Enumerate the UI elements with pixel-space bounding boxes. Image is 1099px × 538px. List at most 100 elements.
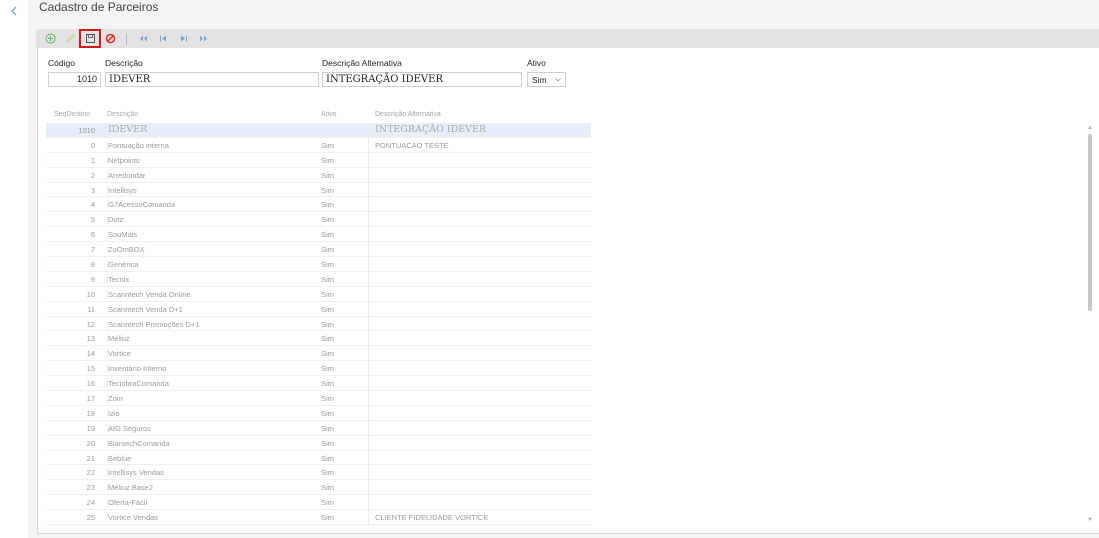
- scroll-down-arrow-icon[interactable]: ▼: [1087, 517, 1093, 523]
- cell-descricao: Inventário Interno: [107, 364, 167, 374]
- column-divider: [368, 361, 369, 376]
- table-row[interactable]: 10 Scanntech Venda Online Sim: [46, 286, 591, 302]
- edit-button[interactable]: [60, 30, 80, 47]
- cell-ativo: Sim: [321, 304, 334, 314]
- column-divider: [368, 420, 369, 435]
- cell-ativo: Sim: [321, 245, 334, 255]
- save-button[interactable]: [79, 29, 101, 48]
- grid-scrollbar[interactable]: ▲ ▼: [1087, 125, 1093, 525]
- column-divider: [368, 257, 369, 272]
- cell-seqdestino: 14: [86, 349, 95, 359]
- table-row[interactable]: 21 Beblue Sim: [46, 450, 591, 466]
- table-row[interactable]: 0 Pontuação interna Sim PONTUACAO TESTE: [46, 137, 591, 153]
- cell-seqdestino: 6: [90, 230, 95, 240]
- table-row[interactable]: 2 Arredondar Sim: [46, 167, 591, 183]
- cell-descricao: Izio: [107, 408, 120, 418]
- back-button[interactable]: [7, 4, 21, 18]
- table-row[interactable]: 17 Zom Sim: [46, 391, 591, 406]
- descricao-label: Descrição: [105, 58, 143, 68]
- plus-circle-icon: [45, 33, 55, 44]
- table-row[interactable]: 1010 IDEVER INTEGRAÇÃO IDEVER: [46, 123, 591, 138]
- cell-descricao-alternativa: INTEGRAÇÃO IDEVER: [375, 124, 487, 135]
- descricao-alternativa-field[interactable]: INTEGRAÇÃO IDEVER: [322, 72, 522, 87]
- column-divider: [368, 346, 369, 361]
- cell-seqdestino: 19: [86, 423, 95, 433]
- cell-ativo: Sim: [321, 438, 334, 448]
- column-header-descricao[interactable]: Descrição: [107, 111, 138, 118]
- cell-descricao: AIG Seguros: [107, 423, 151, 433]
- cell-ativo: Sim: [321, 423, 334, 433]
- cell-ativo: Sim: [321, 379, 334, 389]
- table-row[interactable]: 23 Méliuz Base2 Sim: [46, 480, 591, 496]
- table-row[interactable]: 5 Dotz Sim: [46, 212, 591, 228]
- cell-ativo: Sim: [321, 394, 334, 404]
- table-row[interactable]: 9 Tecnix Sim: [46, 271, 591, 287]
- ativo-select[interactable]: Sim: [527, 72, 566, 87]
- table-row[interactable]: 4 G7AcessoComanda Sim: [46, 197, 591, 213]
- cell-seqdestino: 12: [86, 319, 95, 329]
- cell-descricao: BlarsechComanda: [107, 438, 170, 448]
- table-row[interactable]: 14 Vortice Sim: [46, 346, 591, 362]
- table-row[interactable]: 25 Vortice Vendas Sim CLIENTE FIDELIDADE VO…: [46, 510, 591, 526]
- cell-descricao: Vortice: [107, 349, 131, 359]
- cancel-button[interactable]: [100, 30, 120, 47]
- table-row[interactable]: 6 SouMais Sim: [46, 227, 591, 243]
- cell-ativo: Sim: [321, 349, 334, 359]
- table-row[interactable]: 11 Scanntech Venda D+1 Sim: [46, 301, 591, 317]
- skip-back-icon: [159, 35, 166, 42]
- scroll-up-arrow-icon[interactable]: ▲: [1087, 125, 1093, 131]
- codigo-field[interactable]: 1010: [48, 72, 101, 87]
- chevron-left-icon: [11, 6, 17, 16]
- table-row[interactable]: 13 Méliuz Sim: [46, 331, 591, 347]
- column-divider: [368, 435, 369, 450]
- chevron-down-icon: [555, 77, 561, 82]
- cell-seqdestino: 11: [87, 304, 95, 314]
- next-record-button[interactable]: [173, 30, 193, 47]
- toolbar-separator: [126, 32, 127, 45]
- table-row[interactable]: 12 Scanntech Promoções D+1 Sim: [46, 316, 591, 332]
- table-row[interactable]: 19 AIG Seguros Sim: [46, 420, 591, 436]
- cell-descricao: Arredondar: [107, 170, 146, 180]
- column-divider: [368, 376, 369, 391]
- table-row[interactable]: 3 Intellisys Sim: [46, 182, 591, 198]
- cell-seqdestino: 8: [90, 260, 95, 270]
- table-row[interactable]: 7 ZoOmBOX Sim: [46, 242, 591, 258]
- column-header-descricao-alternativa[interactable]: Descrição Alternativa: [375, 111, 441, 118]
- table-row[interactable]: 22 Intellisys Vendas Sim: [46, 465, 591, 481]
- scroll-thumb[interactable]: [1088, 134, 1092, 311]
- cell-descricao: Intellisys Vendas: [107, 468, 164, 478]
- ativo-select-value: Sim: [532, 74, 547, 85]
- skip-forward-icon: [180, 35, 187, 42]
- table-row[interactable]: 16 TecnibraComanda Sim: [46, 376, 591, 392]
- descricao-field[interactable]: IDEVER: [105, 72, 319, 87]
- table-row[interactable]: 8 Genérica Sim: [46, 257, 591, 272]
- last-record-button[interactable]: [193, 30, 213, 47]
- pencil-icon: [65, 33, 75, 43]
- column-divider: [368, 123, 369, 137]
- table-row[interactable]: 24 Oferta-Fácil Sim: [46, 495, 591, 511]
- column-divider: [368, 301, 369, 316]
- table-row[interactable]: 1 Netpoints Sim: [46, 152, 591, 168]
- column-header-seqdestino[interactable]: SeqDestino: [54, 111, 90, 118]
- cell-descricao: Dotz: [107, 215, 124, 225]
- cell-ativo: Sim: [321, 155, 334, 165]
- cell-seqdestino: 21: [86, 453, 95, 463]
- table-row[interactable]: 18 Izio Sim: [46, 405, 591, 421]
- cell-seqdestino: 23: [86, 483, 95, 493]
- column-header-ativo[interactable]: Ativo: [321, 111, 337, 118]
- cell-seqdestino: 18: [86, 408, 95, 418]
- table-row[interactable]: 15 Inventário Interno Sim: [46, 361, 591, 377]
- cell-ativo: Sim: [321, 408, 334, 418]
- cell-descricao: Scanntech Venda Online: [107, 289, 191, 299]
- column-divider: [368, 167, 369, 182]
- add-button[interactable]: [40, 30, 60, 47]
- cell-descricao-alternativa: CLIENTE FIDELIDADE VORTICE: [375, 513, 489, 523]
- column-divider: [368, 271, 369, 286]
- table-row[interactable]: 20 BlarsechComanda Sim: [46, 435, 591, 451]
- cell-descricao: ZoOmBOX: [107, 245, 145, 255]
- cell-ativo: Sim: [321, 274, 334, 284]
- cell-seqdestino: 1: [90, 155, 95, 165]
- first-record-button[interactable]: [133, 30, 153, 47]
- cell-descricao-alternativa: PONTUACAO TESTE: [375, 140, 449, 150]
- previous-record-button[interactable]: [153, 30, 173, 47]
